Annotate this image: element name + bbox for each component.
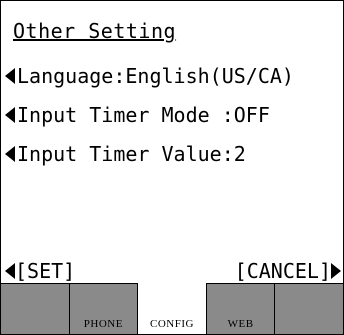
cancel-softkey[interactable]: [CANCEL]	[235, 258, 341, 284]
left-arrow-icon	[5, 68, 15, 84]
right-arrow-icon	[331, 263, 341, 279]
setting-input-timer-mode-label: Input Timer Mode :OFF	[17, 103, 270, 127]
page-title: Other Setting	[13, 19, 177, 43]
tab-bar: PHONE CONFIG WEB	[1, 283, 343, 334]
phone-display: Other Setting Language:English(US/CA) In…	[0, 0, 344, 335]
tab-web[interactable]: WEB	[206, 284, 276, 334]
left-arrow-icon	[5, 107, 15, 123]
setting-language[interactable]: Language:English(US/CA)	[5, 63, 294, 89]
setting-input-timer-value-label: Input Timer Value:2	[17, 142, 246, 166]
left-arrow-icon	[5, 146, 15, 162]
left-arrow-icon	[5, 263, 15, 279]
setting-input-timer-value[interactable]: Input Timer Value:2	[5, 141, 246, 167]
tab-blank-left[interactable]	[1, 284, 70, 334]
tab-config[interactable]: CONFIG	[138, 283, 207, 334]
setting-language-label: Language:English(US/CA)	[17, 64, 294, 88]
tab-blank-right[interactable]	[275, 284, 343, 334]
set-softkey[interactable]: [SET]	[5, 258, 75, 284]
setting-input-timer-mode[interactable]: Input Timer Mode :OFF	[5, 102, 270, 128]
softkey-bar: [SET] [CANCEL]	[5, 258, 341, 284]
set-softkey-label: [SET]	[15, 259, 76, 283]
cancel-softkey-label: [CANCEL]	[234, 259, 331, 283]
tab-phone[interactable]: PHONE	[69, 284, 139, 334]
